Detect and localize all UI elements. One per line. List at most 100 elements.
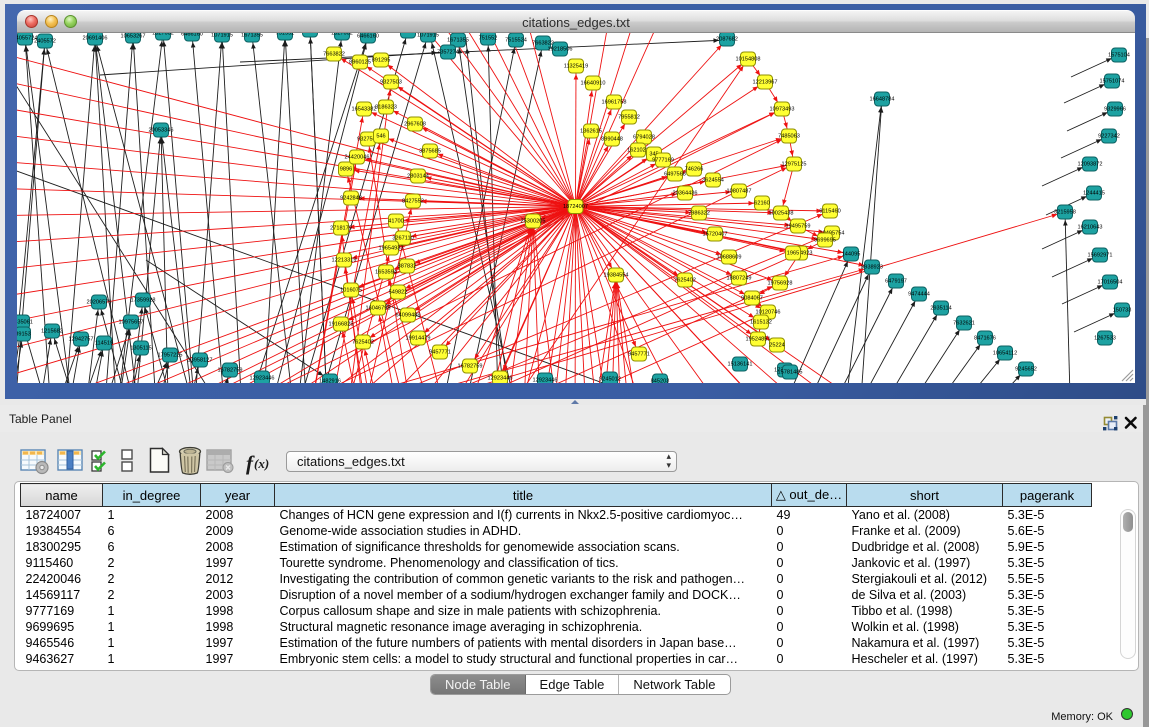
- svg-text:20206576: 20206576: [87, 300, 112, 306]
- svg-text:1575104: 1575104: [1108, 53, 1130, 59]
- svg-text:16782759: 16782759: [218, 368, 243, 374]
- svg-text:6497568: 6497568: [664, 172, 686, 178]
- svg-text:150733: 150733: [1113, 308, 1132, 314]
- svg-text:7632621: 7632621: [953, 321, 975, 327]
- svg-text:9115460: 9115460: [819, 209, 840, 215]
- svg-text:1327602: 1327602: [331, 32, 353, 37]
- svg-text:10807487: 10807487: [727, 189, 752, 195]
- svg-text:114519: 114519: [95, 341, 113, 347]
- svg-text:1482916: 1482916: [319, 379, 341, 384]
- svg-text:12923446: 12923446: [250, 376, 275, 382]
- svg-text:20053346: 20053346: [149, 128, 174, 134]
- svg-text:(x): (x): [254, 456, 269, 471]
- svg-text:19495759: 19495759: [786, 224, 811, 230]
- svg-text:7955812: 7955812: [618, 115, 640, 121]
- svg-text:16210643: 16210643: [1078, 225, 1103, 231]
- svg-text:19654933: 19654933: [379, 246, 404, 252]
- svg-text:24420046: 24420046: [345, 155, 370, 161]
- svg-text:16961758: 16961758: [602, 100, 627, 106]
- svg-text:18724007: 18724007: [563, 204, 588, 210]
- svg-text:3875685: 3875685: [419, 149, 441, 155]
- svg-text:1016075: 1016075: [340, 288, 362, 294]
- svg-text:9084067: 9084067: [741, 296, 763, 302]
- svg-text:16640910: 16640910: [581, 81, 606, 87]
- svg-text:8471676: 8471676: [974, 336, 996, 342]
- svg-text:15720407: 15720407: [703, 232, 728, 238]
- svg-text:1327602: 1327602: [152, 32, 174, 37]
- svg-text:64099489: 64099489: [396, 313, 421, 319]
- svg-text:10688609: 10688609: [717, 255, 742, 261]
- svg-text:6466160: 6466160: [357, 34, 379, 40]
- svg-text:9938923: 9938923: [861, 265, 883, 271]
- svg-text:2087682: 2087682: [716, 37, 738, 43]
- svg-text:1305115: 1305115: [130, 346, 151, 352]
- svg-text:9457771: 9457771: [628, 352, 650, 358]
- svg-text:6466160: 6466160: [181, 32, 203, 38]
- svg-text:1671355: 1671355: [241, 33, 263, 39]
- svg-text:19524851: 19524851: [746, 337, 771, 343]
- svg-text:1244415: 1244415: [1083, 191, 1105, 197]
- svg-text:1071915: 1071915: [211, 33, 233, 39]
- svg-text:7663822: 7663822: [323, 52, 345, 58]
- svg-text:16046798: 16046798: [366, 306, 391, 312]
- svg-text:3215958: 3215958: [1054, 210, 1076, 216]
- svg-text:6479197: 6479197: [885, 279, 907, 285]
- svg-text:25300205: 25300205: [521, 219, 546, 225]
- svg-text:7515524: 7515524: [505, 38, 527, 44]
- svg-text:10973493: 10973493: [770, 107, 795, 113]
- svg-text:12975125: 12975125: [782, 162, 807, 168]
- svg-text:39153: 39153: [17, 332, 31, 338]
- svg-text:887832: 887832: [398, 264, 417, 270]
- svg-text:10653267: 10653267: [121, 34, 146, 40]
- svg-text:62160: 62160: [754, 201, 770, 207]
- svg-text:10654112: 10654112: [993, 351, 1017, 357]
- svg-text:546: 546: [376, 134, 385, 140]
- svg-text:11325419: 11325419: [564, 64, 588, 70]
- svg-text:17957225: 17957225: [158, 353, 183, 359]
- svg-text:15692971: 15692971: [1088, 253, 1113, 259]
- svg-text:549822: 549822: [389, 290, 408, 296]
- svg-text:8990448: 8990448: [601, 137, 623, 143]
- svg-text:8960125: 8960125: [349, 60, 371, 66]
- svg-text:9327503: 9327503: [380, 80, 402, 86]
- svg-text:7357274: 7357274: [437, 50, 459, 56]
- svg-text:12213319: 12213319: [332, 258, 357, 264]
- svg-text:746266: 746266: [685, 167, 704, 173]
- svg-text:16543382: 16543382: [352, 107, 377, 113]
- svg-text:16648784: 16648784: [870, 97, 895, 103]
- svg-text:17016504: 17016504: [1098, 280, 1123, 286]
- svg-text:1621022: 1621022: [627, 148, 649, 154]
- svg-text:8427552: 8427552: [402, 199, 424, 205]
- svg-text:41700: 41700: [388, 219, 404, 225]
- svg-text:1215682: 1215682: [41, 329, 63, 335]
- svg-text:7485063: 7485063: [778, 134, 800, 140]
- svg-text:13958127: 13958127: [188, 358, 213, 364]
- svg-text:751552: 751552: [479, 36, 498, 42]
- svg-text:19756928: 19756928: [768, 281, 793, 287]
- svg-text:3835061: 3835061: [17, 320, 33, 326]
- svg-text:9329966: 9329966: [1104, 107, 1126, 113]
- svg-text:19166825: 19166825: [329, 322, 354, 328]
- svg-text:1615132: 1615132: [750, 320, 772, 326]
- svg-text:12923446: 12923446: [533, 378, 558, 384]
- svg-text:16782759: 16782759: [458, 364, 483, 370]
- svg-text:1965: 1965: [787, 251, 799, 257]
- svg-text:20364436: 20364436: [673, 191, 698, 197]
- svg-text:10975657: 10975657: [119, 320, 144, 326]
- svg-text:19384554: 19384554: [604, 273, 629, 279]
- svg-text:1267533: 1267533: [1094, 336, 1116, 342]
- svg-text:6794028: 6794028: [633, 135, 655, 141]
- svg-text:1071915: 1071915: [417, 33, 439, 39]
- svg-text:9457771: 9457771: [429, 350, 451, 356]
- svg-text:12093872: 12093872: [1078, 162, 1103, 168]
- svg-text:17359928: 17359928: [131, 298, 156, 304]
- svg-text:1653594: 1653594: [375, 270, 397, 276]
- svg-text:9474444: 9474444: [908, 292, 930, 298]
- svg-text:9245652: 9245652: [1015, 367, 1037, 373]
- svg-text:19218506: 19218506: [548, 47, 573, 53]
- svg-text:20691406: 20691406: [83, 36, 108, 42]
- svg-text:15781485: 15781485: [778, 370, 803, 376]
- svg-text:7625402: 7625402: [674, 278, 696, 284]
- svg-text:2405572: 2405572: [34, 39, 56, 45]
- svg-text:8186323: 8186323: [375, 105, 397, 111]
